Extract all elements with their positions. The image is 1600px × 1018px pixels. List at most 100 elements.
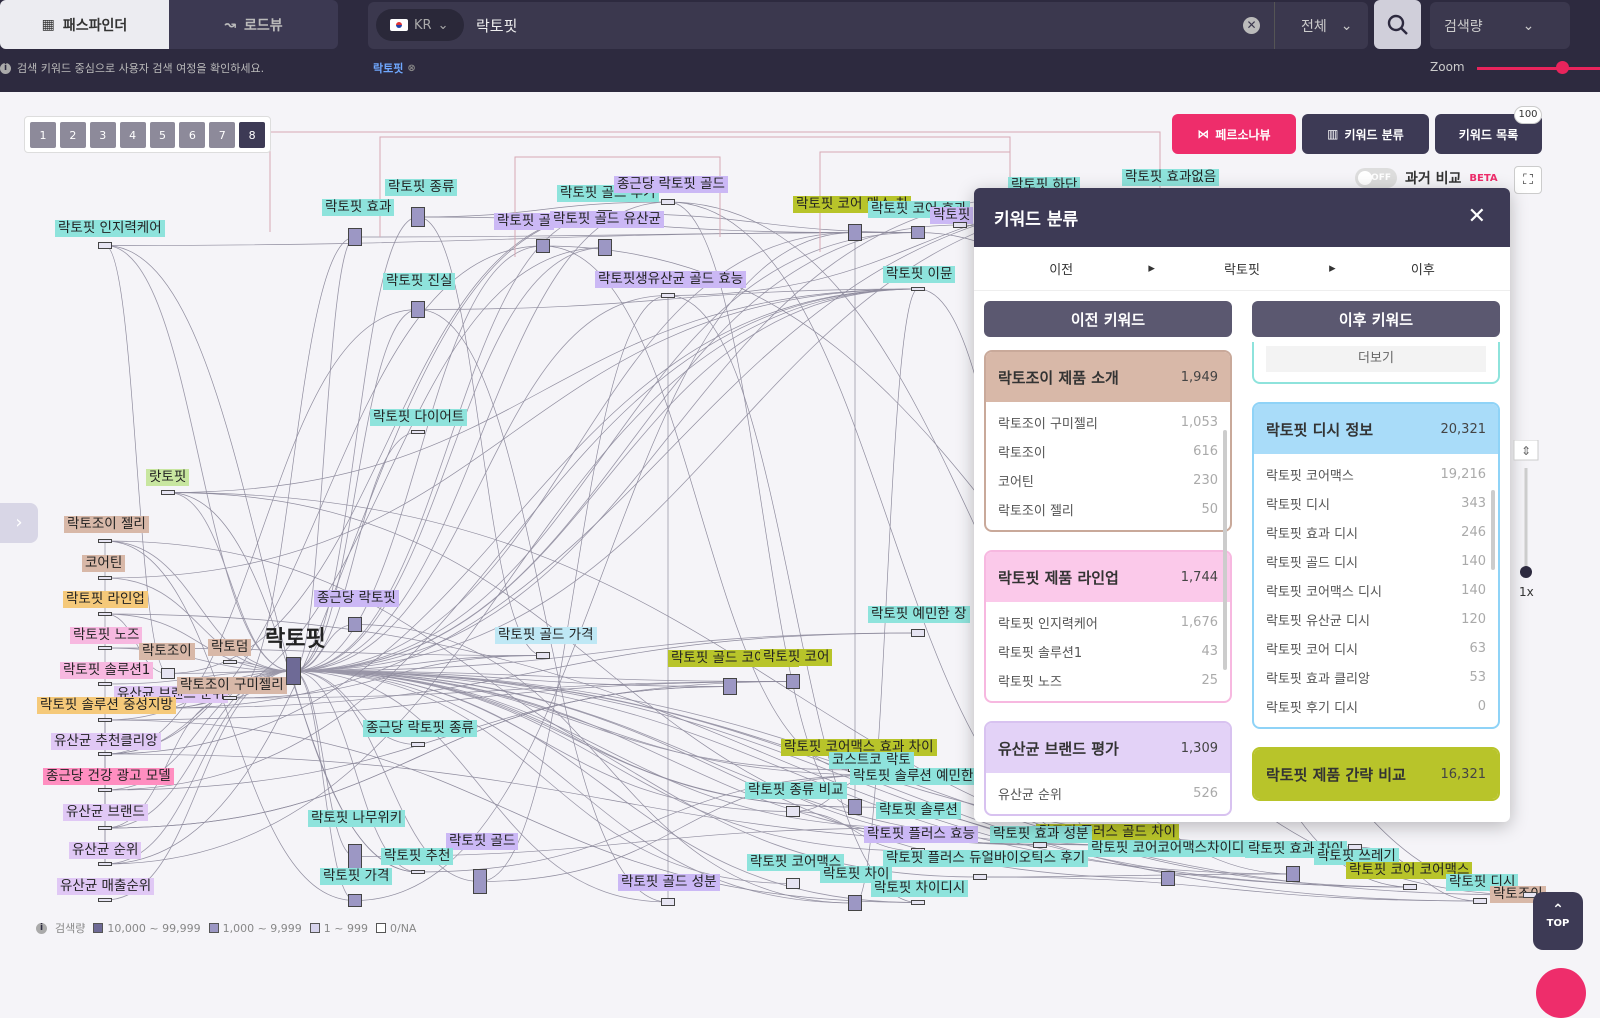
graph-node-label[interactable]: 락토핏 골드 유산균 xyxy=(550,211,664,228)
graph-node[interactable] xyxy=(1286,866,1300,882)
graph-node[interactable] xyxy=(1473,898,1487,904)
graph-node-label[interactable]: 종근당 락토핏 종류 xyxy=(363,720,477,737)
tab-pathfinder[interactable]: ▦ 패스파인더 xyxy=(0,0,169,49)
keyword-row[interactable]: 유산균 순위 526 xyxy=(986,779,1230,808)
keyword-row[interactable]: 락토핏 인지력케어 1,676 xyxy=(986,608,1230,637)
graph-node[interactable] xyxy=(98,862,112,866)
graph-node[interactable] xyxy=(536,652,550,659)
graph-node-label[interactable]: 유산균 추천클리앙 xyxy=(51,733,161,750)
keyword-row[interactable]: 락토핏 노즈 25 xyxy=(986,666,1230,695)
graph-node[interactable] xyxy=(911,900,925,905)
graph-node[interactable] xyxy=(1161,871,1175,886)
graph-node-label[interactable]: 락토핏 가격 xyxy=(320,868,393,885)
graph-node[interactable] xyxy=(661,199,675,205)
graph-node-label[interactable]: 락토핏 이뮨 xyxy=(883,266,956,283)
page-button[interactable]: 2 xyxy=(59,122,86,148)
keyword-chip[interactable]: 락토핏 ⊗ xyxy=(373,60,416,76)
page-button[interactable]: 6 xyxy=(179,122,206,148)
graph-node-label[interactable]: 락토핏 효과 성분 xyxy=(990,826,1092,843)
graph-node[interactable] xyxy=(348,617,362,632)
graph-node[interactable] xyxy=(98,788,112,792)
graph-node[interactable] xyxy=(536,239,550,253)
page-button[interactable]: 5 xyxy=(149,122,176,148)
graph-node[interactable] xyxy=(98,898,112,902)
graph-node[interactable] xyxy=(98,826,112,830)
graph-node[interactable] xyxy=(911,226,925,239)
graph-node[interactable] xyxy=(223,660,237,664)
graph-node[interactable] xyxy=(786,806,800,817)
graph-node-label[interactable]: 락토핏 코어 xyxy=(760,649,833,666)
graph-node[interactable] xyxy=(411,870,425,874)
close-icon[interactable]: ✕ xyxy=(1468,204,1486,229)
graph-node-label[interactable]: 락토핏 골드 성분 xyxy=(618,874,720,891)
graph-node[interactable] xyxy=(223,696,237,700)
graph-node[interactable] xyxy=(661,898,675,906)
graph-node[interactable] xyxy=(411,301,425,318)
graph-node[interactable] xyxy=(411,430,425,434)
keyword-group-card[interactable]: 유산균 브랜드 평가 1,309 유산균 순위 526 xyxy=(984,721,1232,816)
page-button[interactable]: 1 xyxy=(30,122,56,148)
keyword-row[interactable]: 락토핏 코어맥스 19,216 xyxy=(1254,460,1498,489)
keyword-row[interactable]: 락토조이 구미젤리 1,053 xyxy=(986,408,1230,437)
graph-node-label[interactable]: 락토덤 xyxy=(208,639,252,656)
graph-node-label[interactable]: 락토핏 차이디시 xyxy=(871,880,969,897)
graph-node-label[interactable]: 락토핏 효과 xyxy=(322,199,395,216)
graph-node-label[interactable]: 종근당 건강 광고 모델 xyxy=(43,768,174,785)
graph-node[interactable] xyxy=(473,869,487,894)
page-button[interactable]: 7 xyxy=(209,122,236,148)
graph-node-label[interactable]: 락토핏생유산균 골드 효능 xyxy=(595,271,747,288)
scroll-top-button[interactable]: ⌃ TOP xyxy=(1533,892,1583,950)
graph-node-label[interactable]: 락토핏 인지력케어 xyxy=(55,220,165,237)
search-button[interactable] xyxy=(1374,0,1421,49)
sort-select[interactable]: 검색량 ⌄ xyxy=(1430,2,1570,49)
graph-node-label[interactable]: 락토핏 솔루션1 xyxy=(60,662,154,679)
graph-node[interactable] xyxy=(973,874,987,880)
graph-node[interactable] xyxy=(161,490,175,495)
keyword-row[interactable]: 락토핏 코어 디시 63 xyxy=(1254,634,1498,663)
graph-node[interactable] xyxy=(98,682,112,686)
graph-node-label[interactable]: 락토핏 노즈 xyxy=(70,627,143,644)
search-input[interactable] xyxy=(476,10,1236,40)
graph-node-label[interactable]: 코어틴 xyxy=(82,555,126,572)
graph-node[interactable] xyxy=(786,878,800,889)
graph-node-label[interactable]: 락토핏 추천 xyxy=(381,848,454,865)
graph-node[interactable] xyxy=(1033,842,1047,848)
graph-node-label[interactable]: 락토핏 골드 xyxy=(446,833,519,850)
graph-node[interactable] xyxy=(98,242,112,249)
keyword-group-card[interactable]: 락토핏 제품 라인업 1,744 락토핏 인지력케어 1,676 락토핏 솔루션1 43 락… xyxy=(984,550,1232,703)
graph-node-label[interactable]: 락토핏 나무위키 xyxy=(308,810,406,827)
keyword-group-card[interactable]: 락토핏 디시 정보 20,321 락토핏 코어맥스 19,216 락토핏 디시 343 락토… xyxy=(1252,402,1500,729)
graph-node-label[interactable]: 락토핏 라인업 xyxy=(63,591,148,608)
graph-node-label[interactable]: 유산균 매출순위 xyxy=(57,878,155,895)
keyword-row[interactable]: 락토조이 젤리 50 xyxy=(986,495,1230,524)
graph-node-label[interactable]: 락토핏 예민한 장 xyxy=(868,606,970,623)
graph-node[interactable] xyxy=(911,287,925,291)
graph-node[interactable] xyxy=(786,674,800,689)
graph-node[interactable] xyxy=(848,799,862,815)
persona-view-button[interactable]: ⋈ 페르소나뷰 xyxy=(1172,114,1296,154)
page-button[interactable]: 3 xyxy=(89,122,116,148)
clear-search-icon[interactable]: ✕ xyxy=(1243,17,1260,34)
graph-node-label[interactable]: 락토조이 xyxy=(139,643,195,660)
graph-node-label[interactable]: 락토조이 젤리 xyxy=(64,516,149,533)
keyword-classify-button[interactable]: ▥ 키워드 분류 xyxy=(1302,114,1429,154)
keyword-row[interactable]: 락토핏 후기 디시 0 xyxy=(1254,692,1498,721)
graph-node[interactable] xyxy=(98,646,112,650)
graph-node-label[interactable]: 락토핏 솔루션 중성지방 xyxy=(37,697,176,714)
graph-center-label[interactable]: 락토핏 xyxy=(262,626,329,654)
keyword-row[interactable]: 락토핏 골드 디시 140 xyxy=(1254,547,1498,576)
graph-node[interactable] xyxy=(348,228,362,246)
graph-node[interactable] xyxy=(348,844,362,869)
graph-node-label[interactable]: 락토핏 코어코어맥스차이디시 xyxy=(1088,840,1260,857)
tab-roadview[interactable]: ↝ 로드뷰 xyxy=(169,0,338,49)
graph-node[interactable] xyxy=(98,718,112,722)
graph-node-label[interactable]: 락토핏 플러스 듀얼바이오틱스 후기 xyxy=(883,850,1089,867)
graph-node[interactable] xyxy=(848,895,862,911)
graph-node[interactable] xyxy=(1403,884,1417,890)
graph-node-label[interactable]: 락토핏 솔루션 xyxy=(876,802,961,819)
graph-node[interactable] xyxy=(723,678,737,695)
graph-node-label[interactable]: 코스트코 락토 xyxy=(829,752,914,769)
chip-close-icon[interactable]: ⊗ xyxy=(407,63,415,74)
graph-node[interactable] xyxy=(911,629,925,637)
graph-node[interactable] xyxy=(661,293,675,298)
